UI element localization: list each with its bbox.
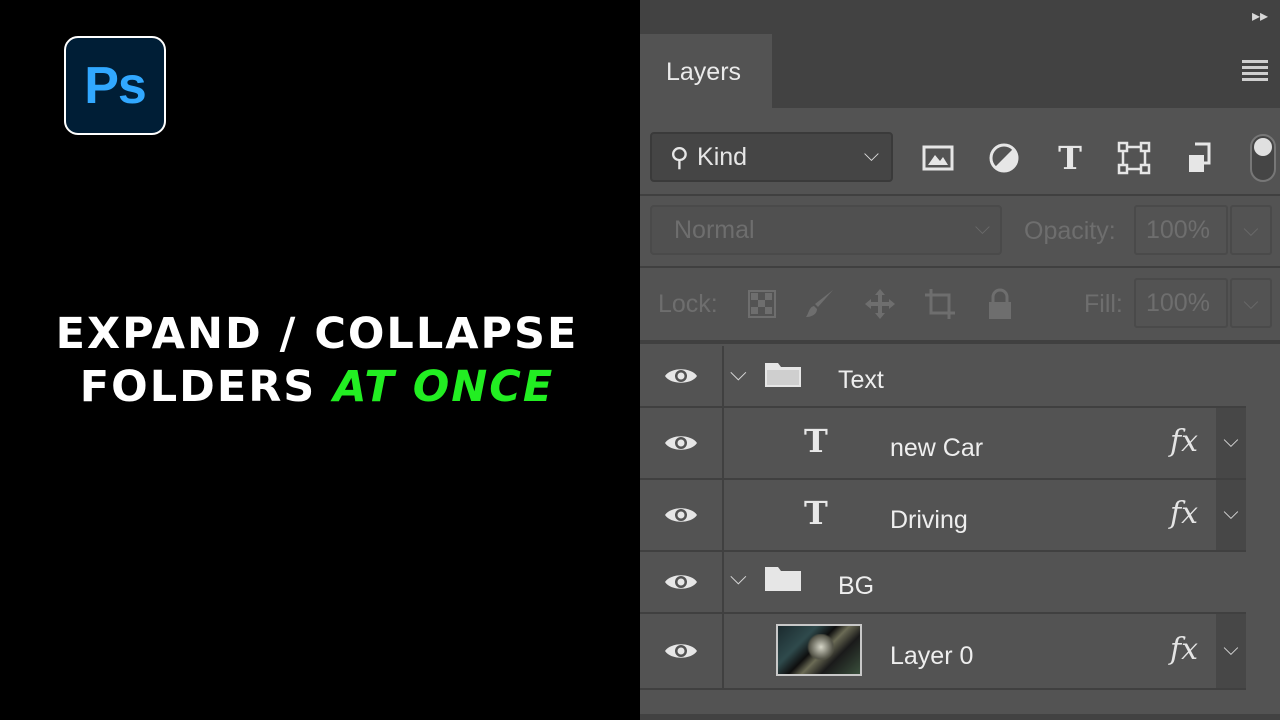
collapse-panels-icon[interactable]: ▸▸ (1252, 6, 1268, 26)
panel-menu-icon[interactable] (1242, 60, 1268, 84)
filter-toggle[interactable] (1250, 134, 1276, 182)
folder-icon (765, 567, 801, 591)
chevron-down-icon: ⌵ (863, 144, 879, 166)
smart-object-filter-icon[interactable] (1180, 138, 1220, 178)
chevron-down-icon: ⌵ (1243, 218, 1259, 241)
fill-dropdown[interactable]: ⌵ (1230, 278, 1272, 328)
type-layer-icon: T (804, 494, 828, 532)
promo-area: Ps EXPAND / COLLAPSE FOLDERS AT ONCE (0, 0, 640, 720)
type-filter-glyph: T (1058, 139, 1082, 177)
layer-row-layer-0[interactable]: Layer 0 fx ⌵ (640, 614, 1246, 690)
adjustment-filter-icon[interactable] (984, 138, 1024, 178)
lock-pixels-brush-icon[interactable] (800, 284, 840, 324)
visibility-eye-icon[interactable] (640, 480, 724, 550)
folder-icon (765, 363, 801, 387)
twirl-expanded-icon[interactable]: ⌵ (730, 360, 747, 386)
fill-label: Fill: (1084, 290, 1123, 318)
layer-row-driving[interactable]: T Driving fx ⌵ (640, 480, 1246, 552)
fx-expand-chevron-icon[interactable]: ⌵ (1216, 638, 1246, 661)
layer-row-bg-group[interactable]: ⌵ BG (640, 552, 1246, 614)
panel-bottom-strip (640, 714, 1280, 720)
layer-name: BG (838, 572, 875, 600)
lock-position-move-icon[interactable] (860, 284, 900, 324)
fill-input[interactable]: 100% (1134, 278, 1228, 328)
fx-effects-icon[interactable]: fx (1170, 496, 1198, 531)
panel-tab-strip: Layers (640, 34, 1280, 110)
visibility-eye-icon[interactable] (640, 552, 724, 612)
tab-layers[interactable]: Layers (640, 34, 772, 110)
lock-label: Lock: (658, 290, 718, 318)
layer-name: new Car (890, 434, 984, 462)
layers-panel: ▸▸ Layers ⚲ Kind ⌵ T Normal ⌵ Opacity: 1… (640, 0, 1280, 720)
lock-artboard-crop-icon[interactable] (920, 284, 960, 324)
headline-line-2-prefix: FOLDERS (79, 362, 334, 412)
chevron-down-icon: ⌵ (974, 217, 990, 239)
layer-row-text-group[interactable]: ⌵ Text (640, 346, 1246, 408)
divider (640, 340, 1280, 344)
chevron-down-icon: ⌵ (1243, 291, 1259, 314)
filter-kind-select[interactable]: ⚲ Kind ⌵ (650, 132, 893, 182)
shape-filter-icon[interactable] (1114, 138, 1154, 178)
panel-top-bar: ▸▸ (640, 0, 1280, 34)
lock-all-icon[interactable] (980, 284, 1020, 324)
layers-list: ⌵ Text T new Car fx ⌵ T Driving fx ⌵ ⌵ B… (640, 346, 1280, 720)
layer-row-new-car[interactable]: T new Car fx ⌵ (640, 408, 1246, 480)
blend-mode-label: Normal (674, 215, 755, 244)
type-filter-icon[interactable]: T (1050, 138, 1090, 178)
visibility-eye-icon[interactable] (640, 614, 724, 688)
layers-scrollbar[interactable] (1246, 346, 1280, 720)
opacity-dropdown[interactable]: ⌵ (1230, 205, 1272, 255)
headline-line-2: FOLDERS AT ONCE (0, 361, 634, 414)
fx-expand-chevron-icon[interactable]: ⌵ (1216, 430, 1246, 453)
headline-line-1: EXPAND / COLLAPSE (55, 309, 579, 359)
fx-effects-icon[interactable]: fx (1170, 632, 1198, 667)
visibility-eye-icon[interactable] (640, 408, 724, 478)
photoshop-logo-text: Ps (84, 56, 147, 115)
layer-thumbnail (776, 624, 862, 676)
lock-transparency-icon[interactable] (742, 284, 782, 324)
twirl-expanded-icon[interactable]: ⌵ (730, 564, 747, 590)
headline: EXPAND / COLLAPSE FOLDERS AT ONCE (0, 308, 634, 414)
visibility-eye-icon[interactable] (640, 346, 724, 406)
divider (640, 266, 1280, 268)
type-layer-icon: T (804, 422, 828, 460)
search-icon: ⚲ (670, 141, 690, 172)
fx-expand-chevron-icon[interactable]: ⌵ (1216, 502, 1246, 525)
opacity-label: Opacity: (1024, 217, 1116, 245)
divider (640, 194, 1280, 196)
blend-mode-select[interactable]: Normal ⌵ (650, 205, 1002, 255)
image-filter-icon[interactable] (918, 138, 958, 178)
layer-name: Driving (890, 506, 968, 534)
opacity-input[interactable]: 100% (1134, 205, 1228, 255)
layer-name: Layer 0 (890, 642, 974, 670)
photoshop-logo: Ps (64, 36, 166, 135)
fx-effects-icon[interactable]: fx (1170, 424, 1198, 459)
layer-name: Text (838, 366, 884, 394)
filter-kind-label: Kind (697, 142, 748, 171)
headline-accent: AT ONCE (333, 362, 555, 412)
